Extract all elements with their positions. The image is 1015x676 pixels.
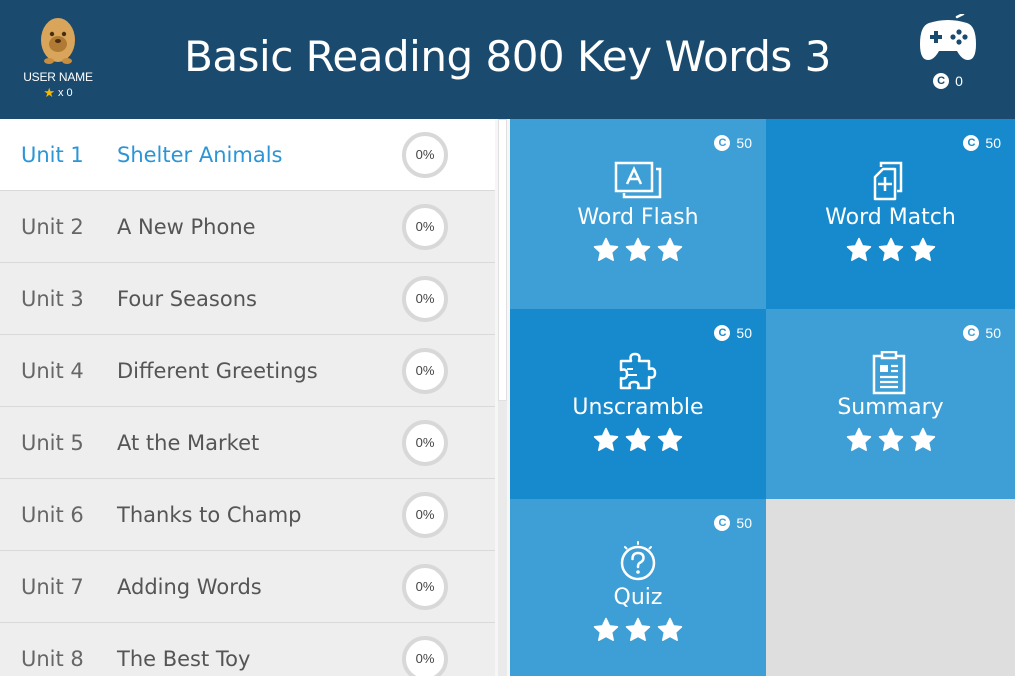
unit-title: The Best Toy <box>117 646 251 671</box>
progress-ring: 0% <box>402 203 448 250</box>
activity-cost: C 50 <box>963 135 1001 151</box>
unit-number: Unit 2 <box>21 214 84 239</box>
activity-label: Summary <box>837 395 944 420</box>
coin-icon: C <box>714 135 731 151</box>
coin-balance-value: 0 <box>955 73 963 89</box>
activity-tile-word-match[interactable]: C 50 Word Match <box>766 119 1015 309</box>
activity-cost-value: 50 <box>985 325 1001 341</box>
unit-row-8[interactable]: Unit 8 The Best Toy 0% <box>0 623 495 676</box>
question-icon <box>620 541 656 581</box>
unit-list[interactable]: Unit 1 Shelter Animals 0% Unit 2 A New P… <box>0 119 495 676</box>
activity-rating <box>766 427 1015 453</box>
unit-title: At the Market <box>117 430 260 455</box>
unit-title: A New Phone <box>117 214 256 239</box>
coin-icon: C <box>714 515 731 531</box>
unit-row-5[interactable]: Unit 5 At the Market 0% <box>0 407 495 479</box>
unit-row-4[interactable]: Unit 4 Different Greetings 0% <box>0 335 495 407</box>
unit-row-7[interactable]: Unit 7 Adding Words 0% <box>0 551 495 623</box>
activity-rating <box>510 617 766 643</box>
unit-number: Unit 4 <box>21 358 84 383</box>
progress-ring: 0% <box>402 131 448 178</box>
unit-row-2[interactable]: Unit 2 A New Phone 0% <box>0 191 495 263</box>
activity-cost: C 50 <box>963 325 1001 341</box>
unit-title: Different Greetings <box>117 358 318 383</box>
progress-ring: 0% <box>402 491 448 538</box>
activity-cost-value: 50 <box>736 135 752 151</box>
flashcard-icon <box>614 161 662 199</box>
unit-title: Four Seasons <box>117 286 257 311</box>
gamepad-icon[interactable] <box>919 12 977 62</box>
coin-balance: C 0 <box>918 73 978 89</box>
unit-row-3[interactable]: Unit 3 Four Seasons 0% <box>0 263 495 335</box>
unit-title: Shelter Animals <box>117 142 283 167</box>
activity-cost: C 50 <box>714 325 752 341</box>
star-icon <box>657 427 683 451</box>
star-icon <box>593 427 619 451</box>
star-count-value: x 0 <box>57 87 73 99</box>
unit-number: Unit 8 <box>21 646 84 671</box>
star-icon <box>878 427 903 451</box>
unit-number: Unit 5 <box>21 430 84 455</box>
unit-title: Adding Words <box>117 574 262 599</box>
activity-rating <box>766 237 1015 263</box>
activity-grid: C 50 Word Flash C 50 Word Match C 50 Uns… <box>510 119 1015 676</box>
activity-tile-quiz[interactable]: C 50 Quiz <box>510 499 766 676</box>
star-icon <box>657 237 683 261</box>
card-plus-icon <box>873 161 902 201</box>
activity-label: Quiz <box>613 585 663 610</box>
star-icon <box>657 617 683 641</box>
coin-icon: C <box>933 73 950 89</box>
app-header: USER NAME ★ x 0 Basic Reading 800 Key Wo… <box>0 0 1015 119</box>
activity-cost-value: 50 <box>985 135 1001 151</box>
unit-number: Unit 3 <box>21 286 84 311</box>
unit-number: Unit 7 <box>21 574 84 599</box>
star-count: ★ x 0 <box>14 85 102 101</box>
activity-tile-unscramble[interactable]: C 50 Unscramble <box>510 309 766 499</box>
unit-row-1[interactable]: Unit 1 Shelter Animals 0% <box>0 119 495 191</box>
star-icon <box>593 617 619 641</box>
progress-ring: 0% <box>402 347 448 394</box>
activity-cost-value: 50 <box>736 325 752 341</box>
star-icon <box>878 237 903 261</box>
star-icon <box>625 617 651 641</box>
progress-ring: 0% <box>402 275 448 322</box>
activity-tile-summary[interactable]: C 50 Summary <box>766 309 1015 499</box>
empty-tile-slot <box>766 499 1015 676</box>
progress-ring: 0% <box>402 563 448 610</box>
activity-label: Word Match <box>825 205 956 230</box>
activity-rating <box>510 237 766 263</box>
activity-cost: C 50 <box>714 515 752 531</box>
star-icon: ★ <box>43 85 55 100</box>
star-icon <box>846 237 871 261</box>
star-icon <box>910 237 935 261</box>
clipboard-icon <box>872 351 905 395</box>
coin-icon: C <box>714 325 731 341</box>
puzzle-icon <box>619 352 657 390</box>
progress-ring: 0% <box>402 635 448 676</box>
activity-label: Unscramble <box>572 395 704 420</box>
page-title: Basic Reading 800 Key Words 3 <box>184 32 831 81</box>
coin-icon: C <box>963 325 980 341</box>
star-icon <box>625 237 651 261</box>
activity-tile-word-flash[interactable]: C 50 Word Flash <box>510 119 766 309</box>
unit-row-6[interactable]: Unit 6 Thanks to Champ 0% <box>0 479 495 551</box>
activity-rating <box>510 427 766 453</box>
star-icon <box>910 427 935 451</box>
coin-icon: C <box>963 135 980 151</box>
list-scrollbar[interactable] <box>498 119 507 676</box>
scrollbar-thumb[interactable] <box>498 119 507 401</box>
activity-cost-value: 50 <box>736 515 752 531</box>
unit-number: Unit 1 <box>21 142 84 167</box>
unit-title: Thanks to Champ <box>117 502 302 527</box>
game-menu-button[interactable]: C 0 <box>918 12 978 89</box>
star-icon <box>593 237 619 261</box>
star-icon <box>625 427 651 451</box>
activity-label: Word Flash <box>577 205 699 230</box>
unit-number: Unit 6 <box>21 502 84 527</box>
star-icon <box>846 427 871 451</box>
activity-cost: C 50 <box>714 135 752 151</box>
progress-ring: 0% <box>402 419 448 466</box>
